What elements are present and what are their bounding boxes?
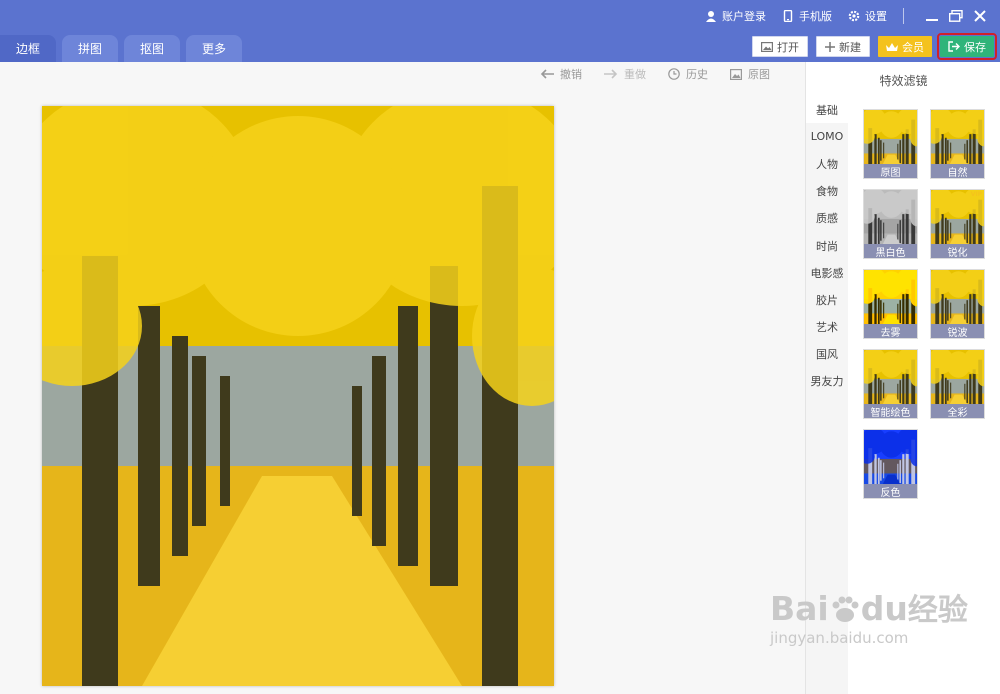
history-button[interactable]: 历史 [668, 66, 708, 82]
filter-label: 黑白色 [864, 244, 917, 258]
watermark-brand-suffix: du [860, 589, 908, 628]
filter-label: 自然 [931, 164, 984, 178]
category-fashion[interactable]: 时尚 [806, 232, 848, 259]
filter-original[interactable]: 原图 [863, 109, 918, 179]
category-lomo[interactable]: LOMO [806, 123, 848, 150]
save-button[interactable]: 保存 [937, 33, 997, 60]
vip-label: 会员 [902, 40, 924, 54]
vip-badge: VIP [970, 191, 982, 198]
clock-icon [668, 68, 680, 80]
panel-title: 特效滤镜 [879, 74, 928, 88]
gear-icon [848, 10, 860, 22]
filter-label: 反色 [864, 484, 917, 498]
settings-label: 设置 [865, 10, 887, 23]
open-label: 打开 [777, 40, 799, 54]
tab-border[interactable]: 边框 [0, 35, 56, 62]
watermark-brand-cn: 经验 [907, 593, 968, 628]
redo-button[interactable]: 重做 [604, 66, 646, 82]
filter-sharp-wave[interactable]: 锐波 [930, 269, 985, 339]
filter-label: 智能绘色 [864, 404, 917, 418]
mobile-version-button[interactable]: 手机版 [782, 8, 832, 24]
account-login-button[interactable]: 账户登录 [705, 8, 766, 24]
filter-dehaze[interactable]: 去雾 [863, 269, 918, 339]
account-login-label: 账户登录 [722, 10, 766, 23]
restore-icon [949, 10, 963, 22]
photo-canvas[interactable] [42, 106, 554, 686]
filter-sharpen[interactable]: VIP 锐化 [930, 189, 985, 259]
close-icon [974, 10, 986, 22]
filter-label: 原图 [864, 164, 917, 178]
save-label: 保存 [964, 40, 986, 54]
original-image-button[interactable]: 原图 [730, 66, 770, 82]
new-button[interactable]: 新建 [816, 36, 870, 57]
export-icon [948, 41, 960, 52]
tab-collage[interactable]: 拼图 [62, 35, 118, 62]
undo-button[interactable]: 撤销 [540, 66, 582, 82]
baidu-watermark: Bai du经验 jingyan.baidu.com [770, 585, 968, 647]
filter-natural[interactable]: 自然 [930, 109, 985, 179]
arrow-right-icon [604, 69, 618, 79]
photo-image [42, 106, 554, 686]
category-film[interactable]: 胶片 [806, 286, 848, 313]
new-label: 新建 [839, 40, 861, 54]
category-texture[interactable]: 质感 [806, 205, 848, 232]
image-icon [730, 68, 742, 80]
category-food[interactable]: 食物 [806, 178, 848, 205]
top-bar: 账户登录 手机版 设置 边框 拼图 抠图 更多 打开 新建 会员 保存 [0, 0, 1000, 62]
mobile-version-label: 手机版 [799, 10, 832, 23]
category-cinematic[interactable]: 电影感 [806, 259, 848, 286]
redo-label: 重做 [624, 68, 646, 81]
category-portrait[interactable]: 人物 [806, 150, 848, 177]
edit-toolbar: 撤销 重做 历史 原图 [540, 66, 792, 82]
category-chinese-style[interactable]: 国风 [806, 341, 848, 368]
title-bar-controls: 账户登录 手机版 设置 [705, 0, 1000, 32]
minimize-button[interactable] [922, 6, 942, 26]
watermark-brand: Bai [770, 589, 829, 628]
filter-label: 去雾 [864, 324, 917, 338]
filter-label: 锐化 [931, 244, 984, 258]
category-basic[interactable]: 基础 [806, 96, 848, 124]
divider [903, 8, 904, 24]
minimize-icon [926, 19, 938, 21]
history-label: 历史 [686, 68, 708, 81]
tab-bar: 边框 拼图 抠图 更多 [0, 35, 248, 62]
filter-full-color[interactable]: 全彩 [930, 349, 985, 419]
arrow-left-icon [540, 69, 554, 79]
crown-icon [886, 42, 898, 51]
close-button[interactable] [970, 6, 990, 26]
original-label: 原图 [748, 68, 770, 81]
window-controls [903, 6, 990, 26]
filter-black-white[interactable]: 黑白色 [863, 189, 918, 259]
watermark-url: jingyan.baidu.com [770, 629, 909, 647]
user-icon [706, 11, 716, 22]
settings-button[interactable]: 设置 [848, 8, 887, 24]
paw-icon [832, 596, 859, 622]
filter-smart-color[interactable]: 智能绘色 [863, 349, 918, 419]
filter-invert[interactable]: 反色 [863, 429, 918, 499]
restore-button[interactable] [946, 6, 966, 26]
tab-cutout[interactable]: 抠图 [124, 35, 180, 62]
plus-icon [825, 41, 835, 52]
phone-icon [783, 10, 793, 22]
category-art[interactable]: 艺术 [806, 314, 848, 341]
action-buttons: 打开 新建 会员 保存 [744, 33, 997, 60]
open-button[interactable]: 打开 [752, 36, 808, 57]
tab-more[interactable]: 更多 [186, 35, 242, 62]
filter-label: 全彩 [931, 404, 984, 418]
undo-label: 撤销 [560, 68, 582, 81]
image-icon [761, 41, 773, 52]
category-boyfriend[interactable]: 男友力 [806, 368, 848, 395]
vip-button[interactable]: 会员 [878, 36, 932, 57]
filter-label: 锐波 [931, 324, 984, 338]
